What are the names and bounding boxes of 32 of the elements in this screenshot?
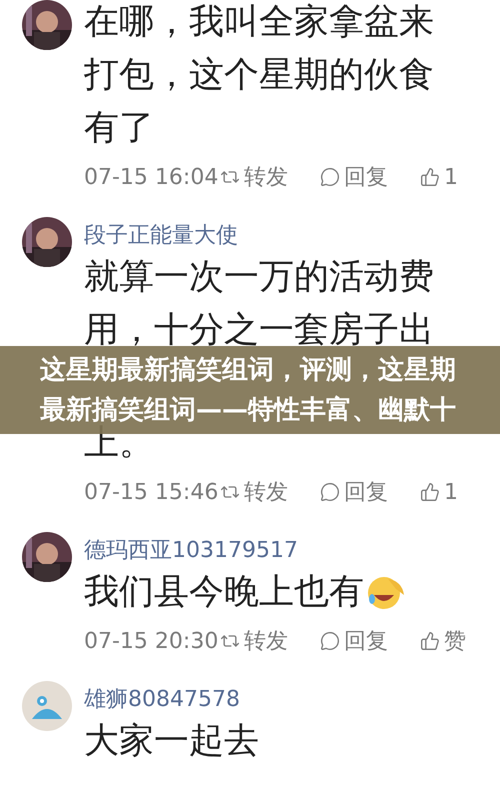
share-link[interactable]: 转发: [220, 626, 320, 656]
user-name[interactable]: 段子正能量大使: [84, 221, 500, 251]
user-name[interactable]: 雄狮80847578: [84, 685, 490, 715]
thumbs-up-icon: [420, 167, 440, 187]
comment-time: 07-15 20:30: [84, 628, 220, 654]
comment-time: 07-15 15:46: [84, 480, 220, 504]
thumbs-up-icon: [420, 631, 440, 651]
comment-text: 就算一次一万的活动费: [84, 256, 434, 299]
share-link[interactable]: 转发: [220, 477, 320, 507]
comment-text: 打包，这个星期的伙食: [84, 54, 434, 97]
comment-icon: [320, 167, 340, 187]
comment-text: 有了: [84, 107, 154, 150]
comment-text: 我们县今晚上也有: [84, 571, 364, 614]
banner-title: 这星期最新搞笑组词，评测，这星期最新搞笑组词——特性丰富、幽默十: [40, 354, 457, 425]
comment-text: 上。: [84, 422, 154, 465]
comment-text: 大家一起去: [84, 720, 259, 763]
like-button[interactable]: 赞: [420, 626, 500, 656]
user-name[interactable]: 德玛西亚103179517: [84, 536, 500, 566]
alien-avatar-icon: [22, 681, 72, 731]
like-button[interactable]: 1: [420, 164, 500, 190]
reply-link[interactable]: 回复: [320, 477, 420, 507]
laughing-emoji-icon: [366, 574, 406, 610]
reply-link[interactable]: 回复: [320, 162, 420, 192]
reply-link[interactable]: 回复: [320, 626, 420, 656]
comment-text: 用，十分之一套房子出: [84, 309, 434, 352]
comment-icon: [320, 631, 340, 651]
comment-text: 在哪，我叫全家拿盆来: [84, 1, 434, 44]
like-button[interactable]: 1: [420, 480, 500, 504]
share-link[interactable]: 转发: [220, 162, 320, 192]
comment-icon: [320, 482, 340, 502]
comment-time: 07-15 16:04: [84, 164, 220, 190]
thumbs-up-icon: [420, 482, 440, 502]
